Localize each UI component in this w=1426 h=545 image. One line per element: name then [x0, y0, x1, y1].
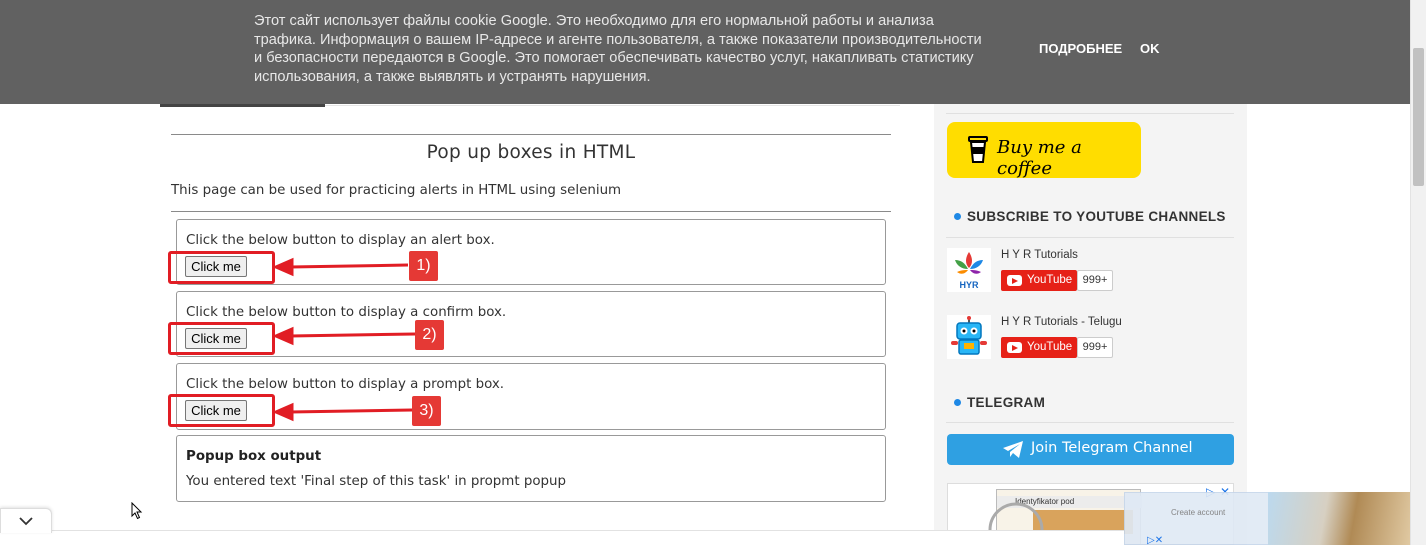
- divider: [946, 237, 1234, 238]
- subscriber-count: 999+: [1077, 337, 1113, 358]
- telegram-icon: [1003, 441, 1023, 458]
- cookie-message: Этот сайт использует файлы cookie Google…: [254, 12, 1014, 86]
- output-title: Popup box output: [186, 449, 322, 464]
- telegram-heading: TELEGRAM: [954, 395, 1045, 410]
- confirm-box-section: Click the below button to display a conf…: [176, 291, 886, 357]
- telegram-heading-text: TELEGRAM: [967, 395, 1046, 410]
- subscriber-count: 999+: [1077, 270, 1113, 291]
- youtube-icon: [1007, 342, 1022, 353]
- page-description: This page can be used for practicing ale…: [171, 183, 622, 198]
- cookie-line: Этот сайт использует файлы cookie Google…: [254, 13, 934, 29]
- youtube-icon: [1007, 275, 1022, 286]
- confirm-instruction: Click the below button to display a conf…: [186, 305, 507, 320]
- cookie-more-link[interactable]: ПОДРОБНЕЕ: [1039, 41, 1122, 56]
- cookie-line: и безопасности передаются в Google. Это …: [254, 50, 974, 66]
- annotation-frame-3: [168, 394, 275, 427]
- annotation-frame-2: [168, 322, 275, 355]
- coffee-label: Buy me a coffee: [997, 137, 1082, 179]
- cookie-line: трафика. Информация о вашем IP-адресе и …: [254, 31, 982, 48]
- channel-name[interactable]: H Y R Tutorials - Telugu: [1001, 316, 1122, 328]
- output-text: You entered text 'Final step of this tas…: [186, 474, 567, 489]
- prompt-box-section: Click the below button to display a prom…: [176, 363, 886, 430]
- channel-name[interactable]: H Y R Tutorials: [1001, 249, 1078, 261]
- subscribe-heading: SUBSCRIBE TO YOUTUBE CHANNELS: [954, 209, 1226, 224]
- scrollbar-thumb[interactable]: [1413, 48, 1424, 186]
- floating-ad-image[interactable]: [1268, 492, 1410, 545]
- coffee-cup-icon: [968, 136, 988, 163]
- bullet-dot-icon: [954, 399, 961, 406]
- youtube-button-label: YouTube: [1027, 341, 1073, 353]
- telegram-button-label: Join Telegram Channel: [1031, 440, 1193, 456]
- chevron-down-icon: [19, 517, 33, 526]
- buy-me-a-coffee-button[interactable]: Buy me a coffee: [947, 122, 1141, 179]
- alert-box-section: Click the below button to display an ale…: [176, 219, 886, 285]
- tab-underline: [160, 104, 900, 107]
- ad-close-icon[interactable]: ▷✕: [1147, 535, 1163, 545]
- divider: [946, 113, 1234, 114]
- active-tab-indicator: [160, 104, 325, 107]
- annotation-frame-1: [168, 251, 275, 284]
- mouse-cursor-icon: [131, 502, 143, 520]
- prompt-instruction: Click the below button to display a prom…: [186, 377, 505, 392]
- alert-instruction: Click the below button to display an ale…: [186, 233, 495, 248]
- annotation-label-1: 1): [409, 251, 438, 281]
- cookie-line: использования, а также выявлять и устран…: [254, 68, 651, 85]
- bottom-bar: [0, 530, 1124, 545]
- cookie-banner: Этот сайт использует файлы cookie Google…: [0, 0, 1410, 104]
- subscribe-heading-text: SUBSCRIBE TO YOUTUBE CHANNELS: [967, 209, 1226, 224]
- youtube-subscribe-button[interactable]: YouTube: [1001, 270, 1077, 291]
- join-telegram-button[interactable]: Join Telegram Channel: [947, 434, 1234, 465]
- annotation-label-3: 3): [412, 396, 441, 426]
- svg-text:HYR: HYR: [959, 280, 979, 290]
- sidebar: Buy me a coffee SUBSCRIBE TO YOUTUBE CHA…: [934, 104, 1247, 545]
- floating-ad[interactable]: Create account: [1124, 492, 1269, 545]
- robot-logo-icon: [947, 315, 991, 359]
- annotation-label-2: 2): [415, 320, 444, 350]
- cookie-ok-button[interactable]: OK: [1140, 41, 1160, 56]
- divider: [946, 422, 1234, 423]
- page-scrollbar[interactable]: [1410, 0, 1426, 545]
- hyr-logo-icon: HYR: [947, 248, 991, 292]
- divider: [171, 134, 891, 135]
- tab-divider: [325, 105, 900, 106]
- youtube-subscribe-button[interactable]: YouTube: [1001, 337, 1077, 358]
- bullet-dot-icon: [954, 213, 961, 220]
- output-box-section: Popup box output You entered text 'Final…: [176, 435, 886, 502]
- collapse-tab[interactable]: [0, 508, 52, 533]
- ad-create-account-text: Create account: [1171, 508, 1226, 517]
- page-title: Pop up boxes in HTML: [426, 142, 636, 163]
- youtube-button-label: YouTube: [1027, 274, 1073, 286]
- divider: [171, 211, 891, 212]
